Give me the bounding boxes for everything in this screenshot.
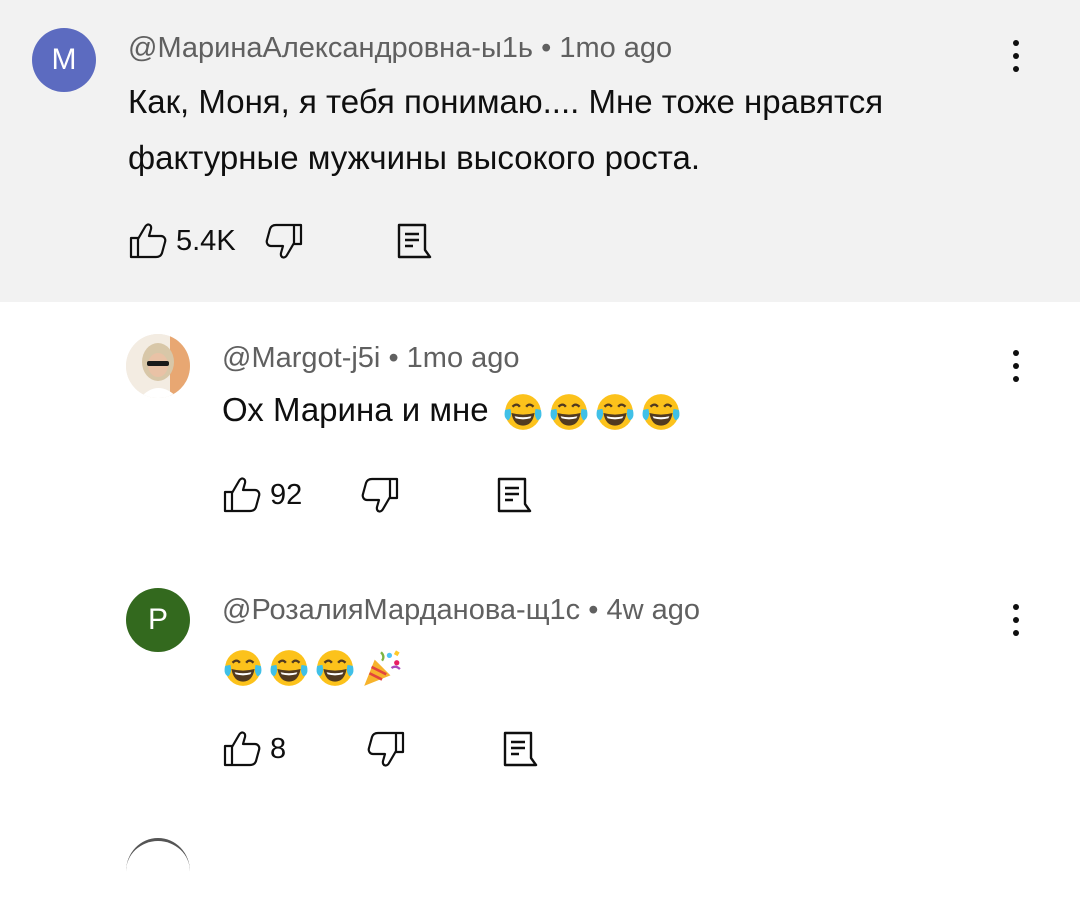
- like-count: 5.4K: [176, 224, 236, 257]
- comment-text: Ох Марина и мне: [222, 382, 982, 438]
- thumbs-down-icon: [361, 477, 399, 513]
- comment-time: 4w ago: [606, 594, 700, 626]
- tears-of-joy-emoji: [503, 393, 543, 432]
- comment-2: @Margot-j5i • 1mo ago Ох Марина и мне 92: [0, 302, 1080, 552]
- tears-of-joy-emoji: [641, 393, 681, 432]
- author-name[interactable]: @МаринаАлександровна-ы1ь: [128, 32, 533, 64]
- like-button[interactable]: [222, 475, 262, 515]
- reply-comment-icon: [498, 477, 532, 513]
- author-name[interactable]: @Margot-j5i: [222, 342, 380, 374]
- like-button[interactable]: [222, 729, 262, 769]
- next-comment-avatar[interactable]: [126, 838, 190, 905]
- comment-text: Как, Моня, я тебя понимаю.... Мне тоже н…: [128, 74, 1028, 186]
- thumbs-down-icon: [367, 731, 405, 767]
- tears-of-joy-emoji: [315, 649, 355, 688]
- comment-text: [222, 638, 982, 694]
- comment-3: P @РозалияМарданова-щ1с • 4w ago 8: [0, 552, 1080, 845]
- like-button[interactable]: [128, 221, 168, 261]
- thumbs-up-icon: [129, 223, 167, 259]
- comment-actions: 5.4K: [128, 216, 432, 266]
- avatar-photo: [126, 334, 190, 398]
- thumbs-down-icon: [265, 223, 302, 259]
- reply-button[interactable]: [392, 221, 432, 261]
- meta-separator: •: [588, 594, 599, 626]
- reply-button[interactable]: [492, 475, 532, 515]
- more-vertical-icon[interactable]: [996, 590, 1036, 650]
- reply-comment-icon: [503, 731, 538, 767]
- dislike-button[interactable]: [360, 475, 400, 515]
- tears-of-joy-emoji: [223, 649, 263, 688]
- comment-text-line: Как, Моня, я тебя понимаю.... Мне тоже н…: [128, 83, 884, 120]
- more-vertical-icon[interactable]: [996, 336, 1036, 396]
- dislike-button[interactable]: [366, 729, 406, 769]
- reply-comment-icon: [397, 223, 431, 259]
- comment-time: 1mo ago: [406, 342, 520, 374]
- avatar[interactable]: P: [126, 588, 190, 652]
- tears-of-joy-emoji: [595, 393, 635, 432]
- comment-text-line: фактурные мужчины высокого роста.: [128, 139, 701, 176]
- meta-separator: •: [388, 342, 399, 374]
- comment-meta: @Margot-j5i • 1mo ago: [222, 342, 520, 375]
- tears-of-joy-emoji: [269, 649, 309, 688]
- party-popper-emoji: [362, 649, 402, 688]
- thumbs-up-icon: [223, 477, 261, 513]
- tears-of-joy-emoji: [549, 393, 589, 432]
- comment-meta: @МаринаАлександровна-ы1ь • 1mo ago: [128, 32, 672, 65]
- avatar[interactable]: M: [32, 28, 96, 92]
- thumbs-up-icon: [223, 731, 261, 767]
- comment-text-content: Ох Марина и мне: [222, 391, 489, 428]
- avatar[interactable]: [126, 334, 190, 398]
- comment-meta: @РозалияМарданова-щ1с • 4w ago: [222, 594, 700, 627]
- comment-actions: 92: [222, 470, 532, 520]
- meta-separator: •: [541, 32, 552, 64]
- comment-time: 1mo ago: [559, 32, 673, 64]
- comment-1: M @МаринаАлександровна-ы1ь • 1mo ago Как…: [0, 0, 1080, 302]
- like-count: 8: [270, 732, 287, 765]
- author-name[interactable]: @РозалияМарданова-щ1с: [222, 594, 580, 626]
- like-count: 92: [270, 478, 303, 511]
- dislike-button[interactable]: [264, 221, 304, 261]
- comment-actions: 8: [222, 724, 538, 774]
- reply-button[interactable]: [498, 729, 538, 769]
